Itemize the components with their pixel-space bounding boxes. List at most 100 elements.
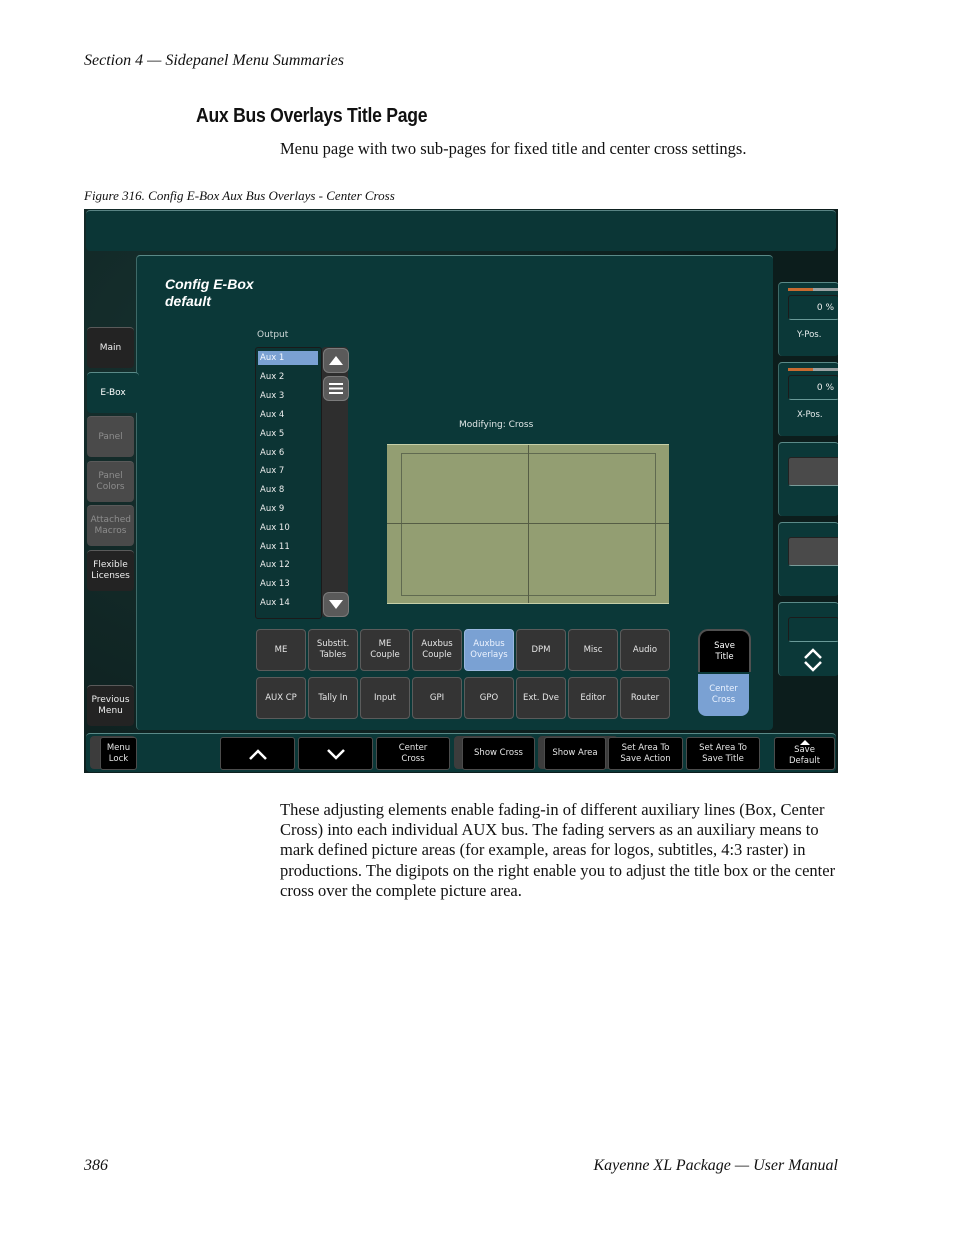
center-cross-vertical [528,445,529,603]
list-item[interactable]: Aux 8 [260,483,318,497]
sidebar-item-label: Main [99,342,122,353]
top-bar [86,210,836,251]
hamburger-icon [329,383,343,394]
digipot-x-pos[interactable]: 0 % X-Pos. [778,362,838,436]
sidebar-item-label: Previous Menu [91,695,130,716]
sidebar-item-ebox[interactable]: E-Box [87,372,139,413]
list-item[interactable]: Aux 10 [260,521,318,535]
button-label: Save Title [714,640,735,662]
list-item[interactable]: Aux 6 [260,446,318,460]
set-area-to-save-action-button[interactable]: Set Area To Save Action [608,737,683,770]
button-label: GPI [429,692,445,703]
footer-title: Kayenne XL Package — User Manual [593,1157,838,1174]
show-area-button[interactable]: Show Area [544,737,606,770]
list-item[interactable]: Aux 7 [260,464,318,478]
sidebar-item-label: Flexible Licenses [91,560,130,581]
category-button-dpm[interactable]: DPM [516,629,566,671]
category-button-gpi[interactable]: GPI [412,677,462,719]
sidebar-item-label: E-Box [100,387,126,398]
digipot-4-empty[interactable] [778,522,838,596]
sidebar-item-main[interactable]: Main [87,327,134,368]
list-item[interactable]: Aux 2 [260,370,318,384]
x-pos-level-fill [788,368,813,371]
scroll-down-button[interactable] [323,592,349,617]
set-area-to-save-title-button[interactable]: Set Area To Save Title [686,737,760,770]
center-cross-tab[interactable]: Center Cross [698,674,749,716]
sidebar-item-panel[interactable]: Panel [87,416,134,457]
button-label: Show Cross [474,748,523,758]
sidebar-item-flexible-licenses[interactable]: Flexible Licenses [87,550,134,591]
scroll-up-page-button[interactable] [220,737,295,770]
category-button-me[interactable]: ME [256,629,306,671]
sidebar-item-attached-macros[interactable]: Attached Macros [87,505,134,546]
page-number: 386 [84,1157,108,1174]
button-label: Auxbus Couple [421,639,453,660]
scroll-thumb[interactable] [323,376,349,401]
list-item[interactable]: Aux 9 [260,502,318,516]
figure-caption: Figure 316. Config E-Box Aux Bus Overlay… [84,188,395,203]
list-item[interactable]: Aux 14 [260,596,318,610]
picture-area-preview [387,444,669,604]
button-label: Set Area To Save Title [699,742,747,764]
category-button-editor[interactable]: Editor [568,677,618,719]
x-pos-value: 0 % [788,375,838,400]
scroll-up-button[interactable] [323,348,349,373]
digipot-4-display [788,537,838,566]
list-item[interactable]: Aux 1 [258,351,318,365]
previous-menu-button[interactable]: Previous Menu [87,685,134,726]
list-item[interactable]: Aux 4 [260,408,318,422]
button-label: Save Default [788,745,821,766]
category-button-router[interactable]: Router [620,677,670,719]
chevron-up-icon [248,748,267,760]
modifying-label: Modifying: Cross [459,420,534,430]
category-button-me-couple[interactable]: ME Couple [360,629,410,671]
button-label: DPM [531,644,551,655]
show-cross-button[interactable]: Show Cross [462,737,535,770]
digipot-y-pos[interactable]: 0 % Y-Pos. [778,282,838,356]
save-title-tab[interactable]: Save Title [698,629,751,672]
digipot-3-display [788,457,838,486]
body-paragraph: These adjusting elements enable fading-i… [280,800,836,900]
button-label: Tally In [318,692,348,703]
category-button-input[interactable]: Input [360,677,410,719]
panel-title-line2: default [165,293,211,309]
list-item[interactable]: Aux 11 [260,540,318,554]
triangle-down-icon [329,600,343,609]
button-label: Editor [580,692,606,703]
y-pos-level-bar [788,288,838,291]
digipot-5-empty[interactable] [778,602,838,676]
category-button-tally-in[interactable]: Tally In [308,677,358,719]
save-default-button[interactable]: Save Default [774,737,835,770]
button-label: Substit. Tables [316,639,350,660]
category-button-misc[interactable]: Misc [568,629,618,671]
button-label: Set Area To Save Action [620,742,671,764]
list-item[interactable]: Aux 13 [260,577,318,591]
digipot-3-empty[interactable] [778,442,838,516]
digipot-5-display [788,617,838,642]
list-item[interactable]: Aux 3 [260,389,318,403]
button-label: AUX CP [265,692,297,703]
list-item[interactable]: Aux 12 [260,558,318,572]
button-label: Input [373,692,396,703]
button-label: ME [274,644,288,655]
category-button-ext-dve[interactable]: Ext. Dve [516,677,566,719]
list-item[interactable]: Aux 5 [260,427,318,441]
list-scrollbar[interactable] [322,347,349,617]
center-cross-button[interactable]: Center Cross [376,737,450,770]
y-pos-level-fill [788,288,813,291]
category-button-auxbus-overlays[interactable]: Auxbus Overlays [464,629,514,671]
button-label: Auxbus Overlays [470,639,508,660]
category-button-gpo[interactable]: GPO [464,677,514,719]
category-button-aux-cp[interactable]: AUX CP [256,677,306,719]
up-down-chevron-icon [804,648,822,672]
scroll-down-page-button[interactable] [298,737,373,770]
intro-text: Menu page with two sub-pages for fixed t… [280,139,747,158]
bottom-bar: Menu Lock Center Cross Show Cross Show A… [86,733,836,772]
sidebar-item-panel-colors[interactable]: Panel Colors [87,461,134,502]
menu-lock-button[interactable]: Menu Lock [100,737,137,770]
triangle-up-icon [329,356,343,365]
category-button-audio[interactable]: Audio [620,629,670,671]
category-button-substit-tables[interactable]: Substit. Tables [308,629,358,671]
output-list[interactable]: Aux 1 Aux 2 Aux 3 Aux 4 Aux 5 Aux 6 Aux … [255,347,322,619]
category-button-auxbus-couple[interactable]: Auxbus Couple [412,629,462,671]
